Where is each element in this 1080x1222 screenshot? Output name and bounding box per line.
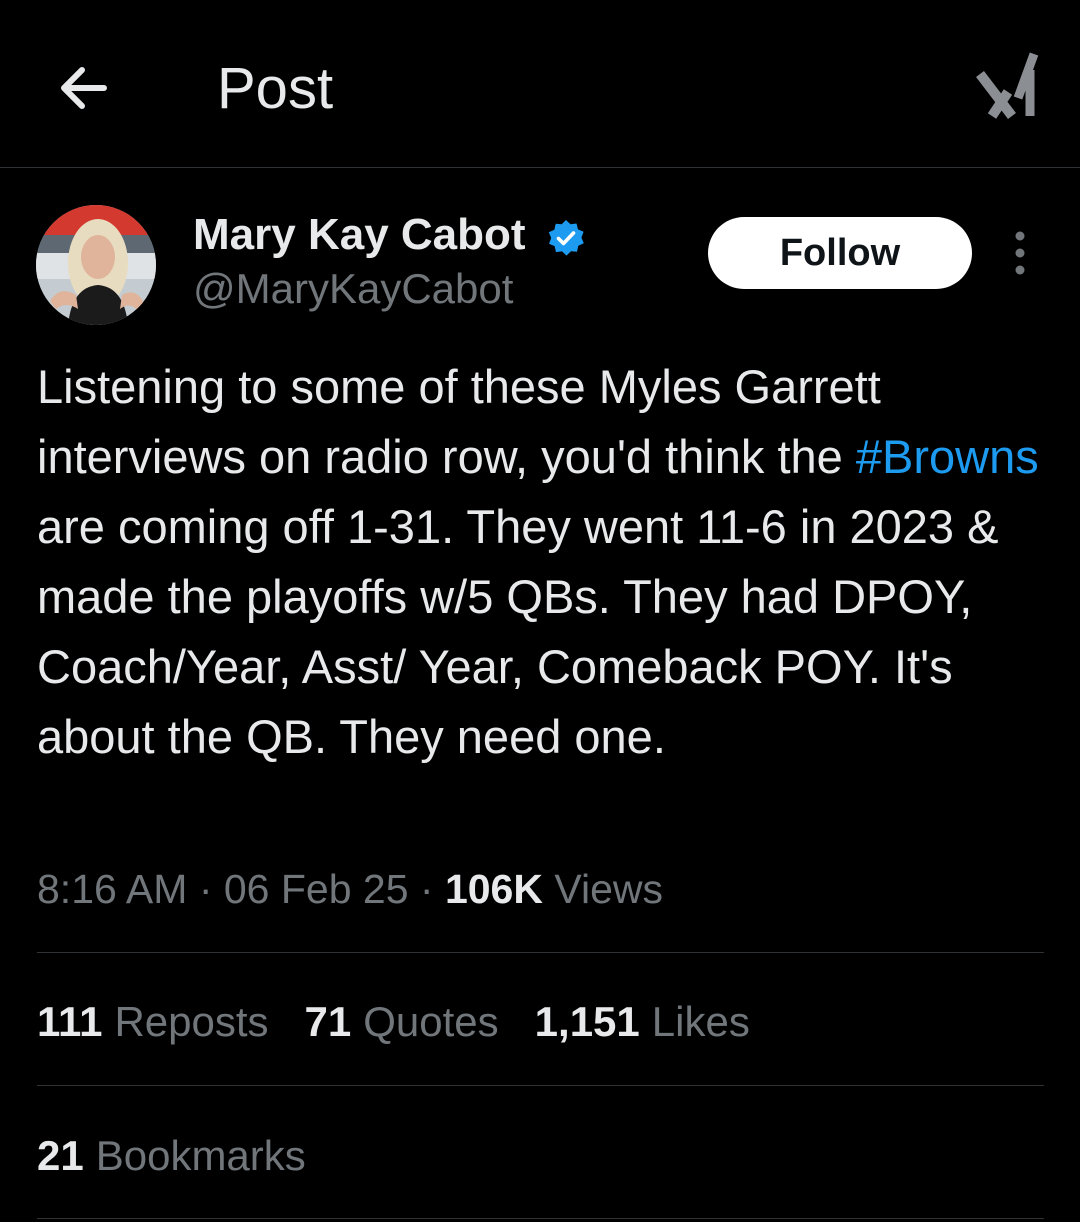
profile-photo — [36, 205, 156, 325]
bookmarks-stat[interactable]: 21 Bookmarks — [37, 1129, 306, 1183]
author-display-name[interactable]: Mary Kay Cabot — [193, 210, 526, 260]
back-button[interactable] — [52, 55, 116, 119]
more-options-button[interactable] — [1000, 230, 1040, 276]
avatar[interactable] — [36, 205, 156, 325]
engagement-stats: 111 Reposts 71 Quotes 1,151 Likes — [37, 995, 786, 1049]
grok-button[interactable] — [972, 50, 1044, 122]
verified-badge-icon — [548, 220, 584, 256]
reposts-count: 111 — [37, 998, 103, 1045]
likes-stat[interactable]: 1,151 Likes — [535, 995, 750, 1049]
post-date: 06 Feb 25 — [223, 866, 409, 912]
grok-icon — [976, 52, 1039, 120]
likes-label: Likes — [651, 998, 750, 1045]
post-text: Listening to some of these Myles Garrett… — [37, 352, 1057, 772]
quotes-label: Quotes — [363, 998, 499, 1045]
header-divider — [0, 167, 1080, 168]
post-text-part-2: are coming off 1-31. They went 11-6 in 2… — [37, 500, 999, 763]
hashtag-link[interactable]: #Browns — [856, 430, 1039, 483]
bookmarks-label: Bookmarks — [95, 1132, 306, 1179]
reposts-label: Reposts — [114, 998, 269, 1045]
likes-count: 1,151 — [534, 998, 640, 1045]
divider — [37, 952, 1044, 953]
reposts-stat[interactable]: 111 Reposts — [37, 995, 269, 1049]
bookmarks-stats: 21 Bookmarks — [37, 1129, 342, 1183]
more-vertical-icon — [1015, 231, 1025, 275]
quotes-stat[interactable]: 71 Quotes — [305, 995, 499, 1049]
author-handle[interactable]: @MaryKayCabot — [193, 264, 513, 314]
page-title: Post — [217, 56, 334, 121]
post-time: 8:16 AM — [37, 866, 188, 912]
follow-button[interactable]: Follow — [708, 217, 972, 289]
post-text-part-1: Listening to some of these Myles Garrett… — [37, 360, 881, 483]
divider — [37, 1218, 1044, 1219]
quotes-count: 71 — [304, 998, 352, 1045]
top-bar: Post — [0, 0, 1080, 168]
bookmarks-count: 21 — [37, 1132, 84, 1179]
meta-separator: · — [187, 866, 224, 912]
views-count: 106K — [444, 866, 543, 912]
views-label: Views — [542, 866, 663, 912]
post-meta: 8:16 AM · 06 Feb 25 · 106K Views — [37, 862, 663, 916]
arrow-left-icon — [61, 67, 107, 109]
meta-separator: · — [408, 866, 445, 912]
divider — [37, 1085, 1044, 1086]
